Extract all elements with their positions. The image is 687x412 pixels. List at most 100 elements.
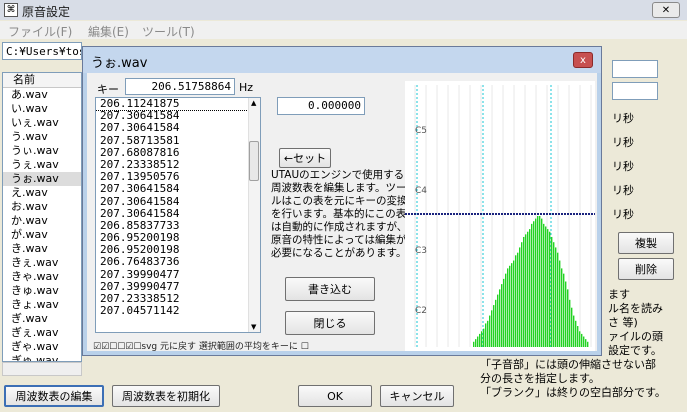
- file-list-item[interactable]: ぎぇ.wav: [3, 326, 81, 340]
- histogram-bar: [567, 289, 569, 347]
- histogram-bar: [575, 320, 577, 347]
- histogram-bar: [557, 252, 559, 347]
- histogram-bar: [531, 223, 533, 347]
- key-field[interactable]: 206.51758864: [125, 78, 235, 95]
- offset-field[interactable]: 0.000000: [277, 97, 365, 115]
- histogram-bar: [527, 231, 529, 347]
- menubar: ファイル(F) 編集(E) ツール(T): [0, 21, 687, 39]
- menu-tool[interactable]: ツール(T): [142, 23, 195, 40]
- file-list-item[interactable]: ぎゅ.wav: [3, 354, 81, 361]
- file-list-item[interactable]: か.wav: [3, 214, 81, 228]
- histogram-bar: [481, 331, 483, 347]
- path-field[interactable]: C:¥Users¥tosh: [2, 42, 82, 60]
- file-list-item[interactable]: ぎゃ.wav: [3, 340, 81, 354]
- dialog-close-button[interactable]: x: [573, 52, 593, 68]
- file-list-item[interactable]: き.wav: [3, 242, 81, 256]
- histogram-bar: [503, 278, 505, 347]
- app-icon: ⌘: [4, 3, 18, 17]
- histogram-bar: [499, 289, 501, 347]
- dialog-toolbar[interactable]: ☑☑☐☐☑☐svg 元に戻す 選択範囲の平均をキーに ☐: [93, 339, 393, 351]
- scroll-down-icon[interactable]: ▼: [251, 323, 256, 331]
- side-field-2[interactable]: [612, 82, 658, 100]
- histogram-bar: [551, 236, 553, 347]
- histogram-bar: [473, 341, 475, 347]
- frequency-list-item[interactable]: 206.76483736: [96, 256, 260, 268]
- ok-button[interactable]: OK: [298, 385, 372, 407]
- histogram-bar: [583, 336, 585, 347]
- main-window-title: 原音設定: [22, 5, 71, 19]
- histogram-bar: [533, 221, 535, 347]
- file-list-item[interactable]: きょ.wav: [3, 298, 81, 312]
- histogram-bar: [553, 242, 555, 347]
- write-button[interactable]: 書き込む: [285, 277, 375, 301]
- histogram-bar: [559, 260, 561, 347]
- histogram-bar: [507, 268, 509, 347]
- histogram-note-label: C4: [415, 186, 427, 196]
- histogram-bar: [509, 265, 511, 347]
- file-list-item[interactable]: い.wav: [3, 102, 81, 116]
- unit-label-3: リ秒: [612, 160, 634, 173]
- scroll-up-icon[interactable]: ▲: [251, 99, 256, 107]
- histogram-bar: [581, 333, 583, 347]
- histogram-bar: [543, 223, 545, 347]
- file-list-item[interactable]: う.wav: [3, 130, 81, 144]
- histogram-bar: [547, 229, 549, 347]
- frequency-list-item[interactable]: 207.30641584: [96, 195, 260, 208]
- histogram-bar: [475, 339, 477, 347]
- histogram-bar: [579, 331, 581, 347]
- frequency-list[interactable]: 206.11241875 207.30641584 207.30641584 207.…: [95, 97, 261, 333]
- frequency-list-scrollbar[interactable]: ▲ ▼: [248, 98, 260, 332]
- frequency-list-scroll-thumb[interactable]: [249, 141, 259, 181]
- menu-edit[interactable]: 編集(E): [88, 23, 129, 40]
- file-list[interactable]: 名前 あ.wav い.wav いぇ.wav う.wav うぃ.wav うぇ.wav うぉ.w…: [2, 72, 82, 362]
- file-list-item[interactable]: お.wav: [3, 200, 81, 214]
- cancel-button[interactable]: キャンセル: [380, 385, 454, 407]
- histogram-bar: [513, 260, 515, 347]
- histogram-bar: [537, 216, 539, 347]
- frequency-list-item[interactable]: 207.58713581: [96, 134, 260, 147]
- file-list-item[interactable]: あ.wav: [3, 88, 81, 102]
- edit-freq-table-button[interactable]: 周波数表の編集: [4, 385, 104, 407]
- frequency-list-item[interactable]: 207.39990477: [96, 268, 260, 281]
- init-freq-table-button[interactable]: 周波数表を初期化: [112, 385, 220, 407]
- frequency-list-item[interactable]: 207.30641584: [96, 122, 260, 134]
- file-list-item[interactable]: え.wav: [3, 186, 81, 200]
- side-field-1[interactable]: [612, 60, 658, 78]
- file-list-item[interactable]: きゃ.wav: [3, 270, 81, 284]
- file-list-item[interactable]: きゅ.wav: [3, 284, 81, 298]
- histogram-bar: [491, 310, 493, 347]
- file-list-item[interactable]: うぉ.wav: [3, 172, 81, 186]
- delete-button[interactable]: 削除: [618, 258, 674, 280]
- file-list-item[interactable]: うぇ.wav: [3, 158, 81, 172]
- histogram-bar: [489, 315, 491, 347]
- histogram-bar: [563, 273, 565, 347]
- histogram-bar: [571, 307, 573, 347]
- file-list-item[interactable]: いぇ.wav: [3, 116, 81, 130]
- frequency-list-item[interactable]: 207.04571142: [96, 304, 260, 317]
- histogram-bar: [495, 299, 497, 347]
- histogram-bar: [525, 234, 527, 347]
- file-list-header-name[interactable]: 名前: [3, 73, 81, 88]
- file-list-item[interactable]: うぃ.wav: [3, 144, 81, 158]
- histogram-bar: [477, 336, 479, 347]
- histogram-bar: [521, 242, 523, 347]
- histogram-bar: [519, 247, 521, 347]
- file-list-item[interactable]: が.wav: [3, 228, 81, 242]
- histogram-bar: [569, 299, 571, 347]
- set-button[interactable]: ←セット: [279, 148, 331, 168]
- histogram-bar: [523, 236, 525, 347]
- file-list-item[interactable]: ぎ.wav: [3, 312, 81, 326]
- histogram-bar: [535, 218, 537, 347]
- frequency-list-item[interactable]: 207.30641584: [96, 183, 260, 195]
- menu-file[interactable]: ファイル(F): [8, 23, 72, 40]
- key-unit: Hz: [239, 81, 254, 94]
- histogram-note-label: C5: [415, 126, 427, 136]
- histogram-bar: [515, 255, 517, 347]
- copy-button[interactable]: 複製: [618, 232, 674, 254]
- histogram-bar: [555, 247, 557, 347]
- main-close-button[interactable]: ✕: [652, 2, 680, 18]
- file-list-item[interactable]: きぇ.wav: [3, 256, 81, 270]
- dialog-close-text-button[interactable]: 閉じる: [285, 311, 375, 335]
- unit-label-1: リ秒: [612, 112, 634, 125]
- file-list-hscrollbar[interactable]: [2, 362, 82, 376]
